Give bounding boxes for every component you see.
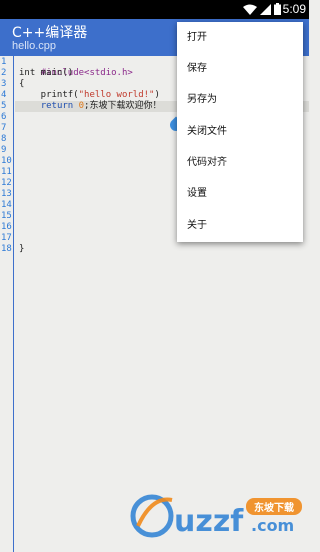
line-number: 11 [1,167,12,177]
code-token: ) [154,90,160,100]
svg-text:东坡下载: 东坡下载 [254,501,294,514]
menu-item-close-file[interactable]: 关闭文件 [177,116,303,147]
string-literal: "hello world!" [78,90,155,100]
line-number: 14 [1,200,12,210]
battery-icon [274,0,281,19]
line-number: 3 [1,79,7,89]
menu-item-save[interactable]: 保存 [177,53,303,84]
overflow-menu: 打开 保存 另存为 关闭文件 代码对齐 设置 关于 [177,22,303,242]
line-number: 16 [1,222,12,232]
menu-item-about[interactable]: 关于 [177,210,303,241]
file-name-subtitle: hello.cpp [12,40,57,52]
line-number: 17 [1,233,12,243]
line-number: 18 [1,244,12,254]
line-number: 9 [1,145,7,155]
svg-text:uzzf: uzzf [174,504,244,539]
code-token: ;东坡下载欢迎你！ [84,101,162,111]
line-number: 10 [1,156,12,166]
code-line[interactable]: { [19,79,24,90]
line-number: 4 [1,90,7,100]
keyword-token: return [40,101,74,111]
line-number: 13 [1,189,12,199]
svg-text:.com: .com [251,516,294,535]
line-number: 7 [1,123,7,133]
line-number: 12 [1,178,12,188]
code-line[interactable]: int main() [19,68,73,79]
code-line[interactable]: printf("hello world!") [19,90,160,101]
code-line[interactable]: } [19,244,24,255]
menu-item-format-code[interactable]: 代码对齐 [177,147,303,178]
uzzf-watermark-logo: uzzf .com 东坡下载 [128,486,306,544]
app-title: C++编译器 [12,25,88,41]
code-line[interactable]: return 0;东坡下载欢迎你！ [19,101,162,112]
status-icons [243,3,281,16]
wifi-icon [243,0,257,19]
menu-item-save-as[interactable]: 另存为 [177,84,303,115]
menu-item-open[interactable]: 打开 [177,22,303,53]
status-time: 5:09 [282,2,306,16]
code-line[interactable]: #include<stdio.h> [19,57,133,78]
status-bar: 5:09 [0,0,309,19]
menu-item-settings[interactable]: 设置 [177,178,303,209]
cell-signal-icon [260,0,271,19]
line-number-gutter: 1 2 3 4 5 6 7 8 9 10 11 12 13 14 15 16 1… [0,56,14,552]
line-number: 6 [1,112,7,122]
line-number: 5 [1,101,7,111]
line-number: 1 [1,57,7,67]
code-token: printf( [19,90,79,100]
line-number: 15 [1,211,12,221]
line-number: 8 [1,134,7,144]
line-number: 2 [1,68,7,78]
